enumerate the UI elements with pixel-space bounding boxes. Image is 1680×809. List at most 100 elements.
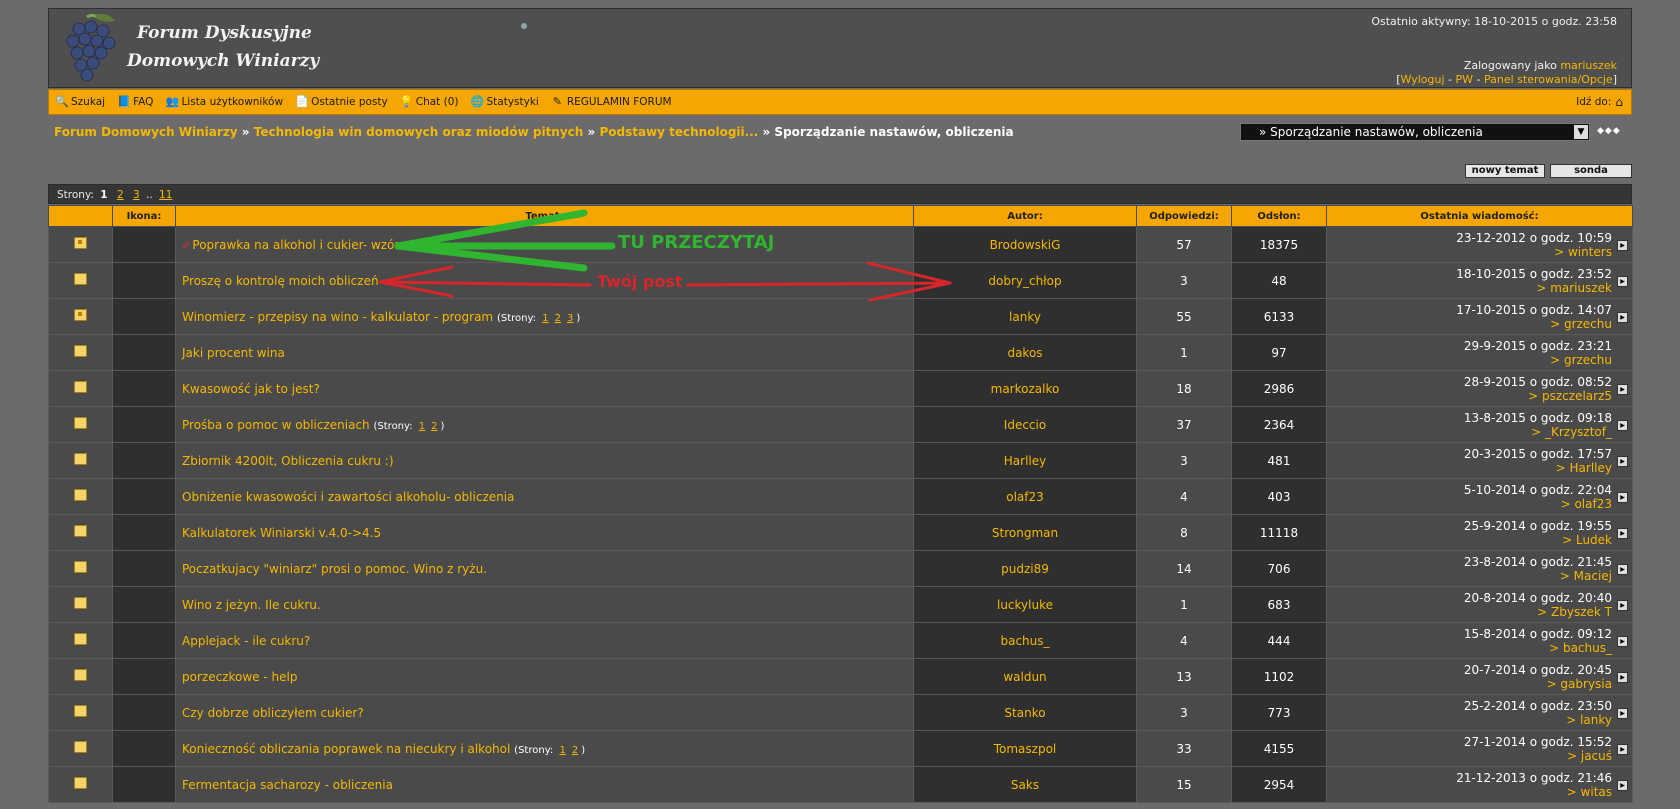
topic-link[interactable]: Fermentacja sacharozy - obliczenia (182, 778, 393, 792)
logout-link[interactable]: Wyloguj (1401, 73, 1445, 86)
go-to-last-post-icon[interactable]: ▶ (1617, 492, 1628, 503)
topic-page-link[interactable]: 1 (542, 313, 548, 324)
author-link[interactable]: Stanko (1004, 706, 1045, 720)
control-panel-link[interactable]: Panel sterowania/Opcje (1484, 73, 1613, 86)
go-to-last-post-icon[interactable]: ▶ (1617, 420, 1628, 431)
author-link[interactable]: luckyluke (997, 598, 1053, 612)
breadcrumb-forum-home[interactable]: Forum Domowych Winiarzy (54, 125, 238, 139)
go-to-last-post-icon[interactable]: ▶ (1617, 744, 1628, 755)
last-post-user[interactable]: > Maciej (1560, 569, 1612, 583)
go-to-last-post-icon[interactable]: ▶ (1617, 456, 1628, 467)
topic-link[interactable]: Prośba o pomoc w obliczeniach (182, 418, 370, 432)
go-to-last-post-icon[interactable]: ▶ (1617, 600, 1628, 611)
jump-to[interactable]: Idź do: ⌂ (1576, 95, 1623, 109)
pagination-last-page[interactable]: 11 (159, 189, 172, 201)
topic-link[interactable]: Kalkulatorek Winiarski v.4.0->4.5 (182, 526, 381, 540)
topic-page-link[interactable]: 2 (431, 421, 437, 432)
pagination-page[interactable]: 3 (133, 189, 140, 201)
topic-link[interactable]: Poczatkujacy "winiarz" prosi o pomoc. Wi… (182, 562, 487, 576)
author-link[interactable]: Ideccio (1004, 418, 1046, 432)
forum-jump-select[interactable]: » Sporządzanie nastawów, obliczenia ▼ (1240, 123, 1590, 141)
last-post-user[interactable]: > Harlley (1556, 461, 1612, 475)
topic-page-link[interactable]: 2 (555, 313, 561, 324)
header-replies[interactable]: Odpowiedzi: (1136, 205, 1232, 227)
menu-recent-posts[interactable]: 📄 Ostatnie posty (295, 96, 388, 109)
topic-link[interactable]: Zbiornik 4200lt, Obliczenia cukru :) (182, 454, 394, 468)
go-to-last-post-icon[interactable]: ▶ (1617, 708, 1628, 719)
menu-users[interactable]: 👥 Lista użytkowników (165, 96, 283, 109)
pw-link[interactable]: PW (1456, 73, 1474, 86)
topic-link[interactable]: Poprawka na alkohol i cukier- wzór (192, 238, 399, 252)
go-to-last-post-icon[interactable]: ▶ (1617, 564, 1628, 575)
breadcrumb-subforum[interactable]: Podstawy technologii... (599, 125, 758, 139)
topic-page-link[interactable]: 3 (567, 313, 573, 324)
topic-link[interactable]: Proszę o kontrolę moich obliczeń (182, 274, 379, 288)
new-topic-button[interactable]: nowy temat (1465, 164, 1545, 178)
author-link[interactable]: Saks (1011, 778, 1039, 792)
last-post-user[interactable]: > jacuś (1567, 749, 1612, 763)
last-post-user[interactable]: > winters (1554, 245, 1612, 259)
last-post-user[interactable]: > Ludek (1562, 533, 1612, 547)
topic-link[interactable]: Kwasowość jak to jest? (182, 382, 320, 396)
username-link[interactable]: mariuszek (1560, 59, 1617, 72)
header-last-post[interactable]: Ostatnia wiadomość: (1326, 205, 1633, 227)
author-link[interactable]: pudzi89 (1001, 562, 1049, 576)
last-post-user[interactable]: > pszczelarz5 (1528, 389, 1612, 403)
menu-stats[interactable]: 🌐 Statystyki (471, 96, 539, 109)
author-link[interactable]: olaf23 (1006, 490, 1044, 504)
last-post-user[interactable]: > _Krzysztof_ (1531, 425, 1612, 439)
author-link[interactable]: Harlley (1004, 454, 1046, 468)
last-post-user[interactable]: > olaf23 (1561, 497, 1612, 511)
go-to-last-post-icon[interactable]: ▶ (1617, 528, 1628, 539)
topic-link[interactable]: Jaki procent wina (182, 346, 285, 360)
go-to-last-post-icon[interactable]: ▶ (1617, 672, 1628, 683)
last-post-user[interactable]: > mariuszek (1536, 281, 1612, 295)
breadcrumb-category[interactable]: Technologia win domowych oraz miodów pit… (254, 125, 584, 139)
grapes-logo-icon[interactable] (57, 13, 123, 85)
menu-chat[interactable]: 💡 Chat (0) (400, 96, 459, 109)
last-post-user[interactable]: > grzechu (1550, 317, 1612, 331)
author-link[interactable]: Tomaszpol (994, 742, 1057, 756)
author-link[interactable]: lanky (1009, 310, 1041, 324)
topic-page-link[interactable]: 2 (572, 745, 578, 756)
author-link[interactable]: waldun (1003, 670, 1046, 684)
header-views[interactable]: Odsłon: (1231, 205, 1327, 227)
topic-link[interactable]: Applejack - ile cukru? (182, 634, 310, 648)
go-to-last-post-icon[interactable]: ▶ (1617, 276, 1628, 287)
go-to-last-post-icon[interactable]: ▶ (1617, 636, 1628, 647)
author-link[interactable]: bachus_ (1000, 634, 1049, 648)
header-topic[interactable]: Temat: (175, 205, 914, 227)
author-link[interactable]: markozalko (991, 382, 1060, 396)
topic-link[interactable]: Czy dobrze obliczyłem cukier? (182, 706, 364, 720)
last-post-user[interactable]: > lanky (1566, 713, 1612, 727)
last-post-user[interactable]: > Zbyszek T (1537, 605, 1612, 619)
topic-link[interactable]: Wino z jeżyn. Ile cukru. (182, 598, 321, 612)
go-to-last-post-icon[interactable]: ▶ (1617, 240, 1628, 251)
topic-link[interactable]: porzeczkowe - help (182, 670, 297, 684)
go-to-last-post-icon[interactable]: ▶ (1617, 780, 1628, 791)
dropdown-arrow-icon[interactable]: ▼ (1574, 125, 1588, 139)
last-post-user[interactable]: > grzechu (1550, 353, 1612, 367)
author-link[interactable]: dobry_chłop (988, 274, 1061, 288)
home-icon[interactable]: ⌂ (1615, 95, 1623, 109)
author-link[interactable]: BrodowskiG (990, 238, 1061, 252)
poll-button[interactable]: sonda (1550, 164, 1632, 178)
author-link[interactable]: Strongman (992, 526, 1058, 540)
pagination-page[interactable]: 2 (117, 189, 124, 201)
last-post-user[interactable]: > witas (1567, 785, 1612, 799)
collapse-arrows-icon[interactable]: ◆◆◆ (1597, 126, 1621, 136)
topic-link[interactable]: Konieczność obliczania poprawek na niecu… (182, 742, 510, 756)
forum-logo-text[interactable]: Forum Dyskusyjne Domowych Winiarzy (127, 19, 319, 75)
last-post-user[interactable]: > gabrysia (1547, 677, 1612, 691)
topic-page-link[interactable]: 1 (559, 745, 565, 756)
go-to-last-post-icon[interactable]: ▶ (1617, 312, 1628, 323)
topic-page-link[interactable]: 1 (419, 421, 425, 432)
topic-link[interactable]: Obniżenie kwasowości i zawartości alkoho… (182, 490, 514, 504)
menu-rules[interactable]: ✎ REGULAMIN FORUM (551, 96, 672, 109)
last-post-user[interactable]: > bachus_ (1549, 641, 1612, 655)
header-author[interactable]: Autor: (913, 205, 1137, 227)
menu-faq[interactable]: 📘 FAQ (117, 96, 153, 109)
menu-search[interactable]: 🔍 Szukaj (55, 96, 105, 109)
topic-link[interactable]: Winomierz - przepisy na wino - kalkulato… (182, 310, 493, 324)
go-to-last-post-icon[interactable]: ▶ (1617, 384, 1628, 395)
